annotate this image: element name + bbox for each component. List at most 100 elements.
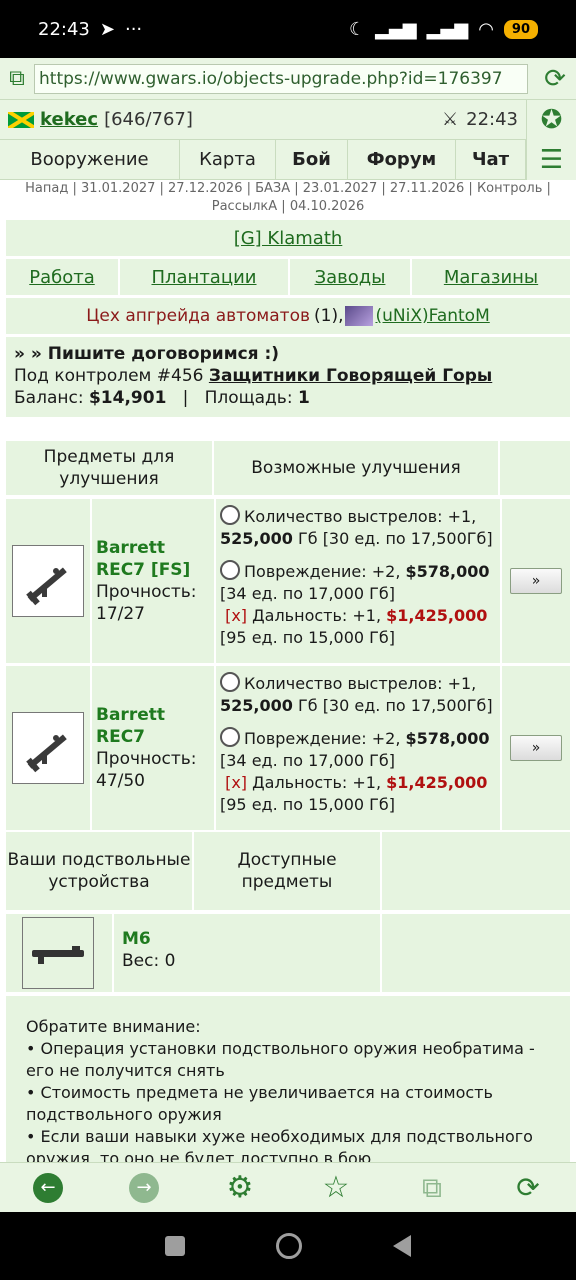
address-bar: ⧉ https://www.gwars.io/objects-upgrade.p… [0, 58, 576, 100]
upgrade-range-detail: [95 ед. по 15,000 Гб] [220, 628, 396, 647]
upgrade-shots-label: Количество выстрелов: +1, [244, 674, 477, 693]
dates-line[interactable]: Напад | 31.01.2027 | 27.12.2026 | БАЗА |… [0, 180, 576, 216]
upgrade-submit-button[interactable]: » [510, 568, 562, 594]
arrow-right-icon: → [129, 1172, 159, 1203]
notice-item: • Операция установки подствольного оружи… [26, 1039, 535, 1080]
upgrade-damage-radio[interactable] [220, 560, 240, 580]
sector-subnav: Работа Плантации Заводы Магазины [6, 259, 570, 295]
upgrade-damage-label: Повреждение: +2, [244, 729, 401, 748]
underbarrel-header: Ваши подствольные устройства Доступные п… [6, 832, 570, 910]
underbarrel-weight: Вес: 0 [122, 950, 370, 972]
col-available-items: Доступные предметы [194, 832, 380, 910]
tabs-icon: ⧉ [422, 1170, 442, 1204]
upgrade-damage-price: $578,000 [405, 729, 490, 748]
more-notifications-icon: ··· [124, 18, 143, 40]
owner-link[interactable]: (uNiX)FantoM [375, 306, 489, 326]
upgrade-range-label: Дальность: +1, [252, 606, 382, 625]
moon-icon: ☾ [348, 18, 366, 40]
workshop-info: » » Пишите договоримся :) Под контролем … [6, 337, 570, 417]
upgrade-damage-price: $578,000 [405, 562, 490, 581]
tabs-button[interactable]: ⧉ [414, 1170, 450, 1206]
balance-label: Баланс: [14, 388, 84, 408]
user-hp: [646/767] [104, 109, 193, 130]
back-nav-button[interactable] [392, 1235, 411, 1257]
area-value: 1 [297, 388, 310, 408]
signal-icon: ▂▄▆ [375, 18, 417, 40]
area-label: Площадь: [204, 388, 293, 408]
browser-toolbar: ← → ⚙ ☆ ⧉ ⟳ [0, 1162, 576, 1212]
upgrade-shots-detail: [30 ед. по 17,500Гб] [322, 529, 493, 548]
owner-avatar [345, 306, 374, 326]
upgrade-shots-price: 525,000 [220, 696, 293, 715]
menu-weapons[interactable]: Вооружение [0, 140, 180, 179]
upgrade-shots-detail: [30 ед. по 17,500Гб] [322, 696, 493, 715]
upgrade-shots-radio[interactable] [220, 672, 240, 692]
user-nick[interactable]: kekec [40, 109, 98, 130]
hamburger-icon[interactable]: ☰ [540, 145, 563, 175]
upgrade-shots-price: 525,000 [220, 529, 293, 548]
col-upgrades: Возможные улучшения [214, 441, 498, 495]
control-owner-link[interactable]: Защитники Говорящей Горы [209, 366, 492, 386]
settings-button[interactable]: ⚙ [222, 1170, 258, 1206]
url-field[interactable]: https://www.gwars.io/objects-upgrade.php… [34, 63, 528, 94]
system-navigation-bar [0, 1212, 576, 1280]
upgrade-range-detail: [95 ед. по 15,000 Гб] [220, 795, 396, 814]
refresh-icon: ⟳ [516, 1171, 540, 1204]
balance-value: $14,901 [88, 388, 167, 408]
copy-icon[interactable]: ⧉ [0, 66, 34, 91]
wifi-icon: ◠ [478, 18, 494, 40]
rifle-thumbnail-icon [12, 712, 84, 784]
durability-label: Прочность: [96, 749, 197, 769]
star-outline-icon: ☆ [322, 1170, 350, 1205]
gear-icon: ⚙ [226, 1170, 254, 1205]
subnav-factories[interactable]: Заводы [315, 267, 386, 288]
game-time-text: 22:43 [466, 109, 518, 130]
menu-battle[interactable]: Бой [276, 140, 348, 179]
bookmark-button[interactable]: ☆ [318, 1170, 354, 1206]
divider: | [171, 388, 200, 408]
reload-icon[interactable]: ⟳ [534, 64, 576, 94]
col-your-underbarrel: Ваши подствольные устройства [6, 832, 192, 910]
upgrade-damage-label: Повреждение: +2, [244, 562, 401, 581]
durability-value: 17/27 [96, 604, 145, 624]
back-button[interactable]: ← [30, 1170, 66, 1206]
recents-button[interactable] [165, 1236, 186, 1256]
subnav-work[interactable]: Работа [29, 267, 95, 288]
owner-message: » » Пишите договоримся :) [14, 344, 280, 364]
home-button[interactable] [275, 1233, 302, 1259]
upgrade-shots-unit: Гб [297, 529, 318, 548]
upgrade-range-unavailable: [x] [225, 606, 248, 625]
underbarrel-empty-cell [382, 914, 570, 992]
upgrade-damage-radio[interactable] [220, 727, 240, 747]
jamaica-flag-icon [8, 111, 34, 128]
refresh-button[interactable]: ⟳ [510, 1170, 546, 1206]
main-menu: Вооружение Карта Бой Форум Чат [0, 140, 526, 180]
subnav-shops[interactable]: Магазины [444, 267, 538, 288]
upgrade-range-label: Дальность: +1, [252, 773, 382, 792]
forward-button[interactable]: → [126, 1170, 162, 1206]
upgrade-range-unavailable: [x] [225, 773, 248, 792]
underbarrel-row: M6 Вес: 0 [6, 914, 570, 992]
upgrade-shots-unit: Гб [297, 696, 318, 715]
upgrade-shots-radio[interactable] [220, 505, 240, 525]
user-row: kekec [646/767] ⚔ 22:43 [0, 100, 576, 140]
star-icon[interactable]: ✪ [541, 105, 563, 135]
upgrade-shots-label: Количество выстрелов: +1, [244, 507, 477, 526]
upgrade-submit-button[interactable]: » [510, 735, 562, 761]
sector-title-link[interactable]: [G] Klamath [234, 228, 343, 249]
menu-forum[interactable]: Форум [348, 140, 456, 179]
weapon-name[interactable]: Barrett REC7 [FS] [96, 537, 210, 581]
rifle-icon: ⚔ [441, 109, 459, 130]
rifle-thumbnail-icon [12, 545, 84, 617]
menu-chat[interactable]: Чат [456, 140, 526, 179]
underbarrel-name[interactable]: M6 [122, 928, 370, 950]
weapon-name[interactable]: Barrett REC7 [96, 704, 210, 748]
col-items: Предметы для улучшения [6, 441, 212, 495]
subnav-plantations[interactable]: Плантации [151, 267, 256, 288]
upgrade-damage-detail: [34 ед. по 17,000 Гб] [220, 751, 396, 770]
signal-icon-2: ▂▄▆ [426, 18, 469, 40]
menu-map[interactable]: Карта [180, 140, 276, 179]
workshop-header: Цех апгрейда автоматов (1), (uNiX)FantoM [6, 298, 570, 334]
upgrade-damage-detail: [34 ед. по 17,000 Гб] [220, 584, 396, 603]
telegram-icon: ➤ [99, 18, 115, 40]
